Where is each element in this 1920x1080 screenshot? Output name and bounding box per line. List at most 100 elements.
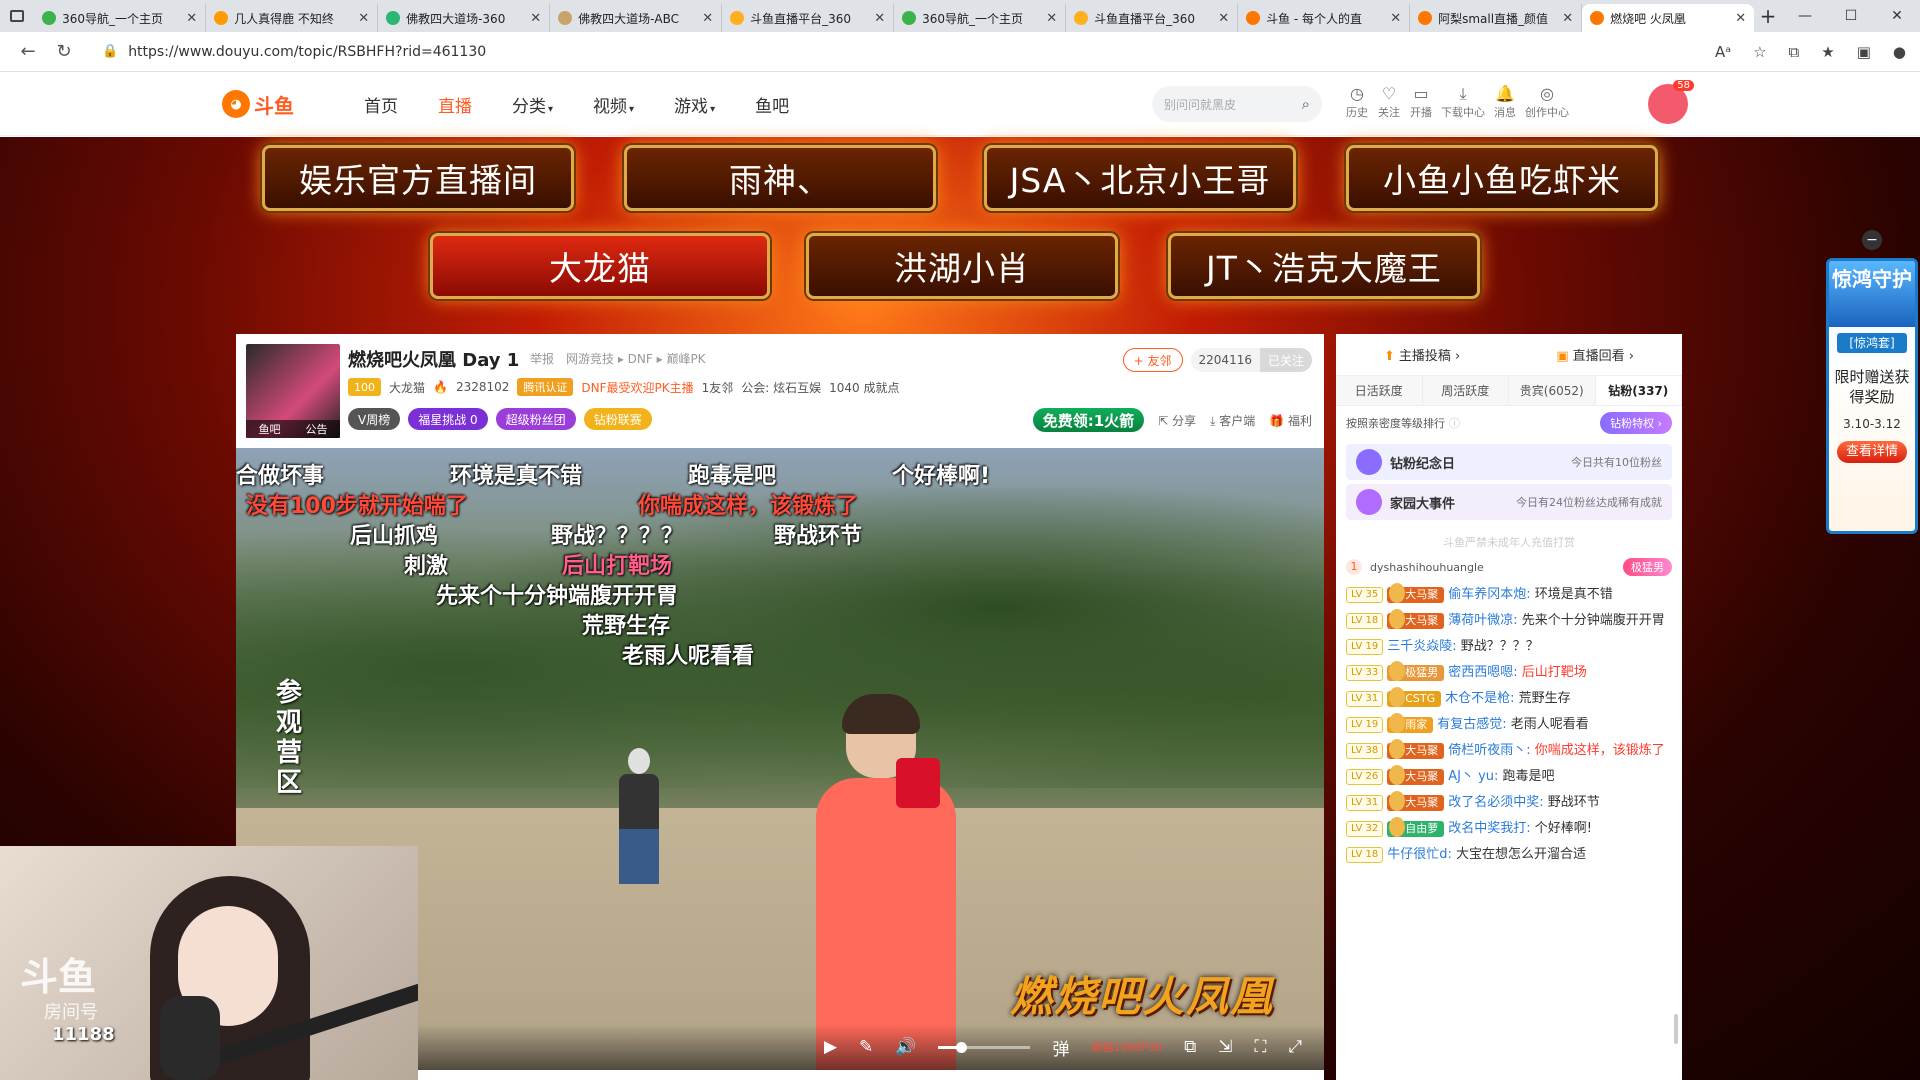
chat-username[interactable]: 改了名必须中奖: — [1448, 795, 1543, 810]
avatar-tag-notice[interactable]: 公告 — [306, 421, 328, 437]
browser-tab[interactable]: 佛教四大道场-360 ✕ — [378, 4, 551, 32]
streamer-name[interactable]: 大龙猫 — [389, 379, 425, 396]
tab-close-icon[interactable]: ✕ — [1562, 11, 1573, 26]
chat-username[interactable]: 偷车养冈本炮: — [1448, 587, 1530, 602]
tab-close-icon[interactable]: ✕ — [1390, 11, 1401, 26]
follow-button[interactable]: 2204116 已关注 — [1190, 348, 1312, 372]
pip-window[interactable]: 斗鱼 房间号 11188 — [0, 846, 418, 1080]
tab-actions-button[interactable] — [0, 0, 34, 32]
quality-selector[interactable]: 原画1080P30 — [1091, 1039, 1162, 1055]
header-tool-5[interactable]: ◎ 创作中心 — [1524, 84, 1570, 120]
edit-icon[interactable]: ✎ — [859, 1037, 873, 1057]
volume-icon[interactable]: 🔊 — [895, 1037, 916, 1057]
nav-yuba[interactable]: 鱼吧 — [755, 92, 789, 117]
url-field[interactable]: 🔒 https://www.douyu.com/topic/RSBHFH?rid… — [102, 37, 1602, 67]
chat-username[interactable]: 密西西嗯嗯: — [1448, 665, 1517, 680]
extensions-icon[interactable]: ⧉ — [1789, 43, 1800, 61]
ad-close-button[interactable]: − — [1862, 230, 1882, 250]
tab-close-icon[interactable]: ✕ — [874, 11, 885, 26]
profile-icon[interactable]: ● — [1893, 43, 1906, 61]
privilege-button[interactable]: 钻粉特权 › — [1600, 412, 1672, 434]
fan-badge[interactable]: 大马聚 — [1387, 582, 1445, 603]
tab-close-icon[interactable]: ✕ — [186, 11, 197, 26]
nav-video[interactable]: 视频 — [593, 92, 634, 117]
hero-plaque-1[interactable]: 娱乐官方直播间 — [262, 145, 574, 211]
reload-button[interactable]: ↻ — [46, 41, 82, 62]
user-avatar[interactable]: 58 — [1648, 80, 1694, 124]
fan-badge[interactable]: 大马聚 — [1387, 790, 1445, 811]
header-tool-1[interactable]: ♡ 关注 — [1376, 84, 1402, 120]
header-tool-0[interactable]: ◷ 历史 — [1344, 84, 1370, 120]
minimize-button[interactable]: — — [1782, 8, 1828, 24]
tab-close-icon[interactable]: ✕ — [530, 11, 541, 26]
search-icon[interactable]: ⌕ — [1302, 95, 1310, 113]
widescreen-icon[interactable]: ⇲ — [1218, 1037, 1232, 1057]
chat-username[interactable]: AJ丶 yu: — [1448, 769, 1498, 784]
room-category[interactable]: 网游竞技 ▸ DNF ▸ 巅峰PK — [566, 350, 706, 367]
webfullscreen-icon[interactable]: ⛶ — [1254, 1037, 1266, 1057]
favorites-icon[interactable]: ★ — [1821, 43, 1834, 61]
fullscreen-icon[interactable]: ⤢ — [1288, 1037, 1302, 1057]
guild-info[interactable]: 公会: 炫石互娱 — [741, 379, 821, 396]
chat-username[interactable]: 木仓不是枪: — [1445, 691, 1514, 706]
browser-tab[interactable]: 阿梨small直播_颜值 ✕ — [1410, 4, 1583, 32]
activity-pill[interactable]: 钻粉联赛 — [583, 408, 652, 430]
tab-close-icon[interactable]: ✕ — [358, 11, 369, 26]
ad-detail-button[interactable]: 查看详情 — [1837, 441, 1907, 463]
hero-plaque-3[interactable]: JSA丶北京小王哥 — [984, 145, 1296, 211]
chat-username[interactable]: 改名中奖我打: — [1448, 821, 1530, 836]
close-window-button[interactable]: ✕ — [1874, 8, 1920, 24]
nav-category[interactable]: 分类 — [512, 92, 553, 117]
friend-button[interactable]: + 友邻 — [1122, 348, 1183, 372]
client-button[interactable]: ⤓ 客户端 — [1210, 412, 1255, 429]
nav-live[interactable]: 直播 — [438, 92, 472, 117]
fan-badge[interactable]: 大马聚 — [1387, 764, 1445, 785]
browser-tab[interactable]: 360导航_一个主页 ✕ — [894, 4, 1067, 32]
tab-diamond-fans[interactable]: 钻粉(337) — [1595, 376, 1682, 405]
danmaku-toggle-icon[interactable]: 弹 — [1052, 1035, 1069, 1060]
fan-badge[interactable]: 大马聚 — [1387, 738, 1445, 759]
search-input[interactable]: 别问问就黑皮 ⌕ — [1152, 86, 1322, 122]
share-button[interactable]: ⇱ 分享 — [1158, 412, 1196, 429]
back-button[interactable]: ← — [10, 41, 46, 62]
streamer-posts-link[interactable]: ⬆ 主播投稿 › — [1384, 345, 1460, 364]
tab-daily-active[interactable]: 日活跃度 — [1336, 376, 1423, 405]
welfare-button[interactable]: 🎁 福利 — [1269, 412, 1312, 429]
tab-weekly-active[interactable]: 周活跃度 — [1423, 376, 1509, 405]
browser-tab[interactable]: 几人真得鹿 不知终 ✕ — [206, 4, 379, 32]
chat-username[interactable]: 有复古感觉: — [1437, 717, 1506, 732]
browser-tab[interactable]: 燃烧吧 火凤凰 ✕ — [1582, 4, 1755, 32]
chat-scrollbar[interactable] — [1674, 1014, 1678, 1044]
header-tool-3[interactable]: ⤓ 下载中心 — [1440, 84, 1486, 120]
favorite-add-icon[interactable]: ☆ — [1753, 43, 1766, 61]
chat-username[interactable]: 三千炎焱陵: — [1387, 639, 1456, 654]
floating-ad[interactable]: 惊鸿守护 [惊鸿套] 限时赠送获得奖励 3.10-3.12 查看详情 — [1826, 258, 1918, 534]
hero-plaque-5[interactable]: 大龙猫 — [430, 233, 770, 299]
activity-pill[interactable]: 超级粉丝团 — [495, 408, 576, 430]
fan-badge[interactable]: 自由萝 — [1387, 816, 1445, 837]
collections-icon[interactable]: ▣ — [1857, 43, 1871, 61]
replay-link[interactable]: ▣ 直播回看 › — [1556, 345, 1634, 364]
browser-tab[interactable]: 斗鱼直播平台_360 ✕ — [722, 4, 895, 32]
event-banner[interactable]: 家园大事件 今日有24位粉丝达成稀有成就 — [1346, 484, 1672, 520]
tab-close-icon[interactable]: ✕ — [1218, 11, 1229, 26]
hero-plaque-4[interactable]: 小鱼小鱼吃虾米 — [1346, 145, 1658, 211]
maximize-button[interactable]: ☐ — [1828, 8, 1874, 24]
douyu-logo[interactable]: ◕ 斗鱼 — [222, 88, 306, 120]
chat-username[interactable]: 倚栏听夜雨丶: — [1448, 743, 1530, 758]
activity-pill[interactable]: V周榜 — [348, 408, 401, 430]
read-aloud-icon[interactable]: Aᵃ — [1715, 43, 1731, 61]
hero-plaque-2[interactable]: 雨神、 — [624, 145, 936, 211]
chat-username[interactable]: 牛仔很忙d: — [1387, 847, 1452, 862]
header-tool-2[interactable]: ▭ 开播 — [1408, 84, 1434, 120]
fan-badge[interactable]: 极猛男 — [1387, 660, 1445, 681]
hero-plaque-6[interactable]: 洪湖小肖 — [806, 233, 1118, 299]
fan-badge[interactable]: 雨家 — [1387, 712, 1434, 733]
avatar-tag-yuba[interactable]: 鱼吧 — [259, 421, 281, 437]
pip-icon[interactable]: ⧉ — [1184, 1037, 1196, 1057]
report-link[interactable]: 举报 — [530, 350, 554, 367]
nav-game[interactable]: 游戏 — [674, 92, 715, 117]
free-rocket-button[interactable]: 免费领:1火箭 — [1032, 408, 1145, 432]
volume-knob[interactable] — [956, 1041, 968, 1053]
chat-username[interactable]: 薄荷叶微凉: — [1448, 613, 1517, 628]
